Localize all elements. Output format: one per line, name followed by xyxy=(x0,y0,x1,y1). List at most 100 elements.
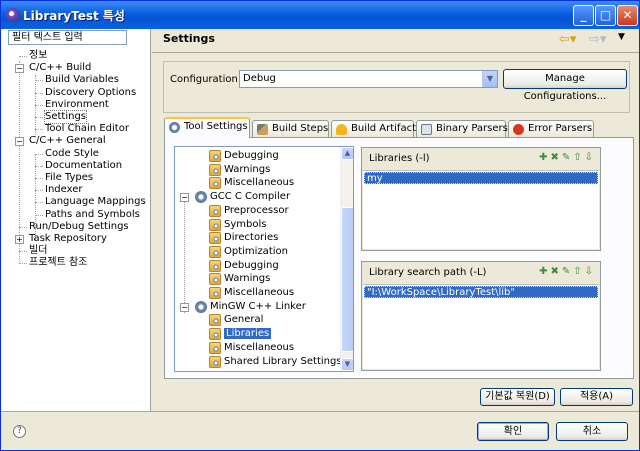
collapse-icon[interactable]: − xyxy=(180,193,189,203)
scrollbar-thumb[interactable] xyxy=(341,207,353,352)
tool-group[interactable]: MinGW C++ Linker xyxy=(195,300,306,313)
tree-item[interactable]: Build Variables xyxy=(45,74,119,86)
list-item[interactable]: my xyxy=(364,172,598,184)
hammer-icon xyxy=(257,124,268,135)
tool-option-label: Miscellaneous xyxy=(224,177,295,189)
view-menu-icon[interactable]: ▼ xyxy=(618,32,625,42)
option-page-icon xyxy=(209,355,221,368)
tool-option[interactable]: Preprocessor xyxy=(209,204,289,217)
category-tree-pane: 필터 텍스트 입력 정보 − C/C++ Build Build Variables D… xyxy=(1,29,151,411)
tool-option-label: Directories xyxy=(224,232,279,244)
option-page-icon xyxy=(209,177,221,190)
maximize-button[interactable]: □ xyxy=(595,5,616,26)
title-bar[interactable]: LibraryTest 특성 _ □ ✕ xyxy=(1,1,639,29)
tool-option[interactable]: Shared Library Settings xyxy=(209,355,342,368)
tool-option-label: Miscellaneous xyxy=(224,341,295,353)
tree-item[interactable]: 프로젝트 참조 xyxy=(29,257,87,269)
dialog-footer: ? 확인 취소 xyxy=(1,411,639,450)
option-page-icon xyxy=(209,314,221,327)
close-button[interactable]: ✕ xyxy=(617,5,638,26)
help-icon[interactable]: ? xyxy=(13,425,26,438)
tree-item[interactable]: Paths and Symbols xyxy=(45,209,140,221)
scroll-up-icon[interactable]: ▲ xyxy=(341,147,353,160)
tool-option[interactable]: Miscellaneous xyxy=(209,177,295,190)
error-icon xyxy=(513,124,524,135)
eclipse-icon xyxy=(6,8,20,22)
tree-item[interactable]: Task Repository xyxy=(29,233,107,245)
collapse-icon[interactable]: − xyxy=(180,302,189,312)
collapse-icon[interactable]: − xyxy=(15,64,24,74)
page-title: Settings xyxy=(163,32,215,45)
expand-icon[interactable]: + xyxy=(15,235,24,244)
option-page-icon xyxy=(209,259,221,272)
list-item[interactable]: "I:\WorkSpace\LibraryTest\lib" xyxy=(364,286,598,298)
tool-option[interactable]: Debugging xyxy=(209,150,279,162)
restore-defaults-button[interactable]: 기본값 복원(D) xyxy=(480,388,555,406)
tree-item[interactable]: Settings xyxy=(43,110,88,124)
minimize-button[interactable]: _ xyxy=(573,5,594,26)
tree-item[interactable]: Run/Debug Settings xyxy=(29,221,129,233)
tree-item[interactable]: 정보 xyxy=(29,50,47,62)
tab-tool-settings[interactable]: Tool Settings xyxy=(164,117,250,138)
back-arrow-icon[interactable]: ⇦▾ xyxy=(559,32,576,47)
tree-item[interactable]: C/C++ Build xyxy=(29,62,91,74)
tool-option[interactable]: General xyxy=(209,314,263,327)
list-tool-icons[interactable]: ✚✖✎⇧⇩ xyxy=(539,152,596,163)
tool-option[interactable]: Directories xyxy=(209,232,279,245)
configuration-group: Configuration: Debug ▼ Manage Configurat… xyxy=(163,61,630,113)
tree-item[interactable]: File Types xyxy=(45,172,93,184)
chevron-down-icon[interactable]: ▼ xyxy=(482,71,497,87)
tab-build-artifact[interactable]: Build Artifact xyxy=(331,120,416,137)
tree-item[interactable]: Discovery Options xyxy=(45,87,136,99)
tool-option-label: MinGW C++ Linker xyxy=(210,300,306,312)
tool-option[interactable]: Miscellaneous xyxy=(209,341,295,354)
tool-settings-tree[interactable]: Debugging Warnings Miscellaneous GCC C Comp… xyxy=(174,146,354,372)
option-page-icon xyxy=(209,232,221,245)
tree-item[interactable]: Indexer xyxy=(45,184,83,196)
tool-option[interactable]: Optimization xyxy=(209,245,288,258)
gear-icon xyxy=(169,122,180,133)
ok-button[interactable]: 확인 xyxy=(477,422,549,441)
gear-icon xyxy=(195,191,207,204)
tab-binary-parsers[interactable]: Binary Parsers xyxy=(416,120,508,137)
tool-option[interactable]: Warnings xyxy=(209,273,270,286)
libraries-list[interactable]: my xyxy=(363,170,599,249)
collapse-icon[interactable]: − xyxy=(15,137,24,147)
library-paths-list[interactable]: "I:\WorkSpace\LibraryTest\lib" xyxy=(363,284,599,369)
forward-arrow-icon[interactable]: ⇨▾ xyxy=(589,32,606,47)
tree-scrollbar[interactable]: ▲ ▼ xyxy=(340,147,353,371)
tree-item[interactable]: C/C++ General xyxy=(29,135,106,147)
filter-input[interactable]: 필터 텍스트 입력 xyxy=(8,30,127,45)
tool-settings-panel: Debugging Warnings Miscellaneous GCC C Comp… xyxy=(164,137,634,379)
library-paths-title: Library search path (-L) xyxy=(369,267,487,278)
scroll-down-icon[interactable]: ▼ xyxy=(341,358,353,371)
option-page-icon xyxy=(209,163,221,176)
gear-icon xyxy=(195,300,207,313)
option-page-icon xyxy=(209,150,221,162)
tool-option[interactable]: Libraries xyxy=(209,328,272,341)
cancel-button[interactable]: 취소 xyxy=(556,422,628,441)
tool-group[interactable]: GCC C Compiler xyxy=(195,191,290,204)
tool-option[interactable]: Debugging xyxy=(209,259,279,272)
tool-option[interactable]: Warnings xyxy=(209,163,270,176)
configuration-select[interactable]: Debug ▼ xyxy=(239,70,498,88)
list-tool-icons[interactable]: ✚✖✎⇧⇩ xyxy=(539,266,596,277)
libraries-group: Libraries (-l) ✚✖✎⇧⇩ my xyxy=(361,147,601,251)
tab-build-steps[interactable]: Build Steps xyxy=(252,120,329,137)
tree-item[interactable]: Documentation xyxy=(45,160,122,172)
tool-option-label: Libraries xyxy=(224,328,272,340)
settings-page: Settings ⇦▾ ⇨▾ ▼ Configuration: Debug ▼ … xyxy=(152,29,639,411)
apply-button[interactable]: 적용(A) xyxy=(560,388,633,406)
manage-configurations-button[interactable]: Manage Configurations... xyxy=(503,69,627,102)
tool-option[interactable]: Miscellaneous xyxy=(209,287,294,299)
tree-item[interactable]: Language Mappings xyxy=(45,196,146,208)
option-page-icon xyxy=(209,287,221,299)
tab-error-parsers[interactable]: Error Parsers xyxy=(508,120,594,137)
option-page-icon xyxy=(209,204,221,217)
tree-item[interactable]: Tool Chain Editor xyxy=(45,123,129,135)
tree-item[interactable]: Code Style xyxy=(45,148,99,160)
settings-tabs: Tool Settings Build Steps Build Artifact… xyxy=(164,117,634,138)
tree-item[interactable]: Environment xyxy=(45,99,109,111)
tree-item[interactable]: 빌더 xyxy=(29,245,47,257)
tool-option[interactable]: Symbols xyxy=(209,218,266,231)
